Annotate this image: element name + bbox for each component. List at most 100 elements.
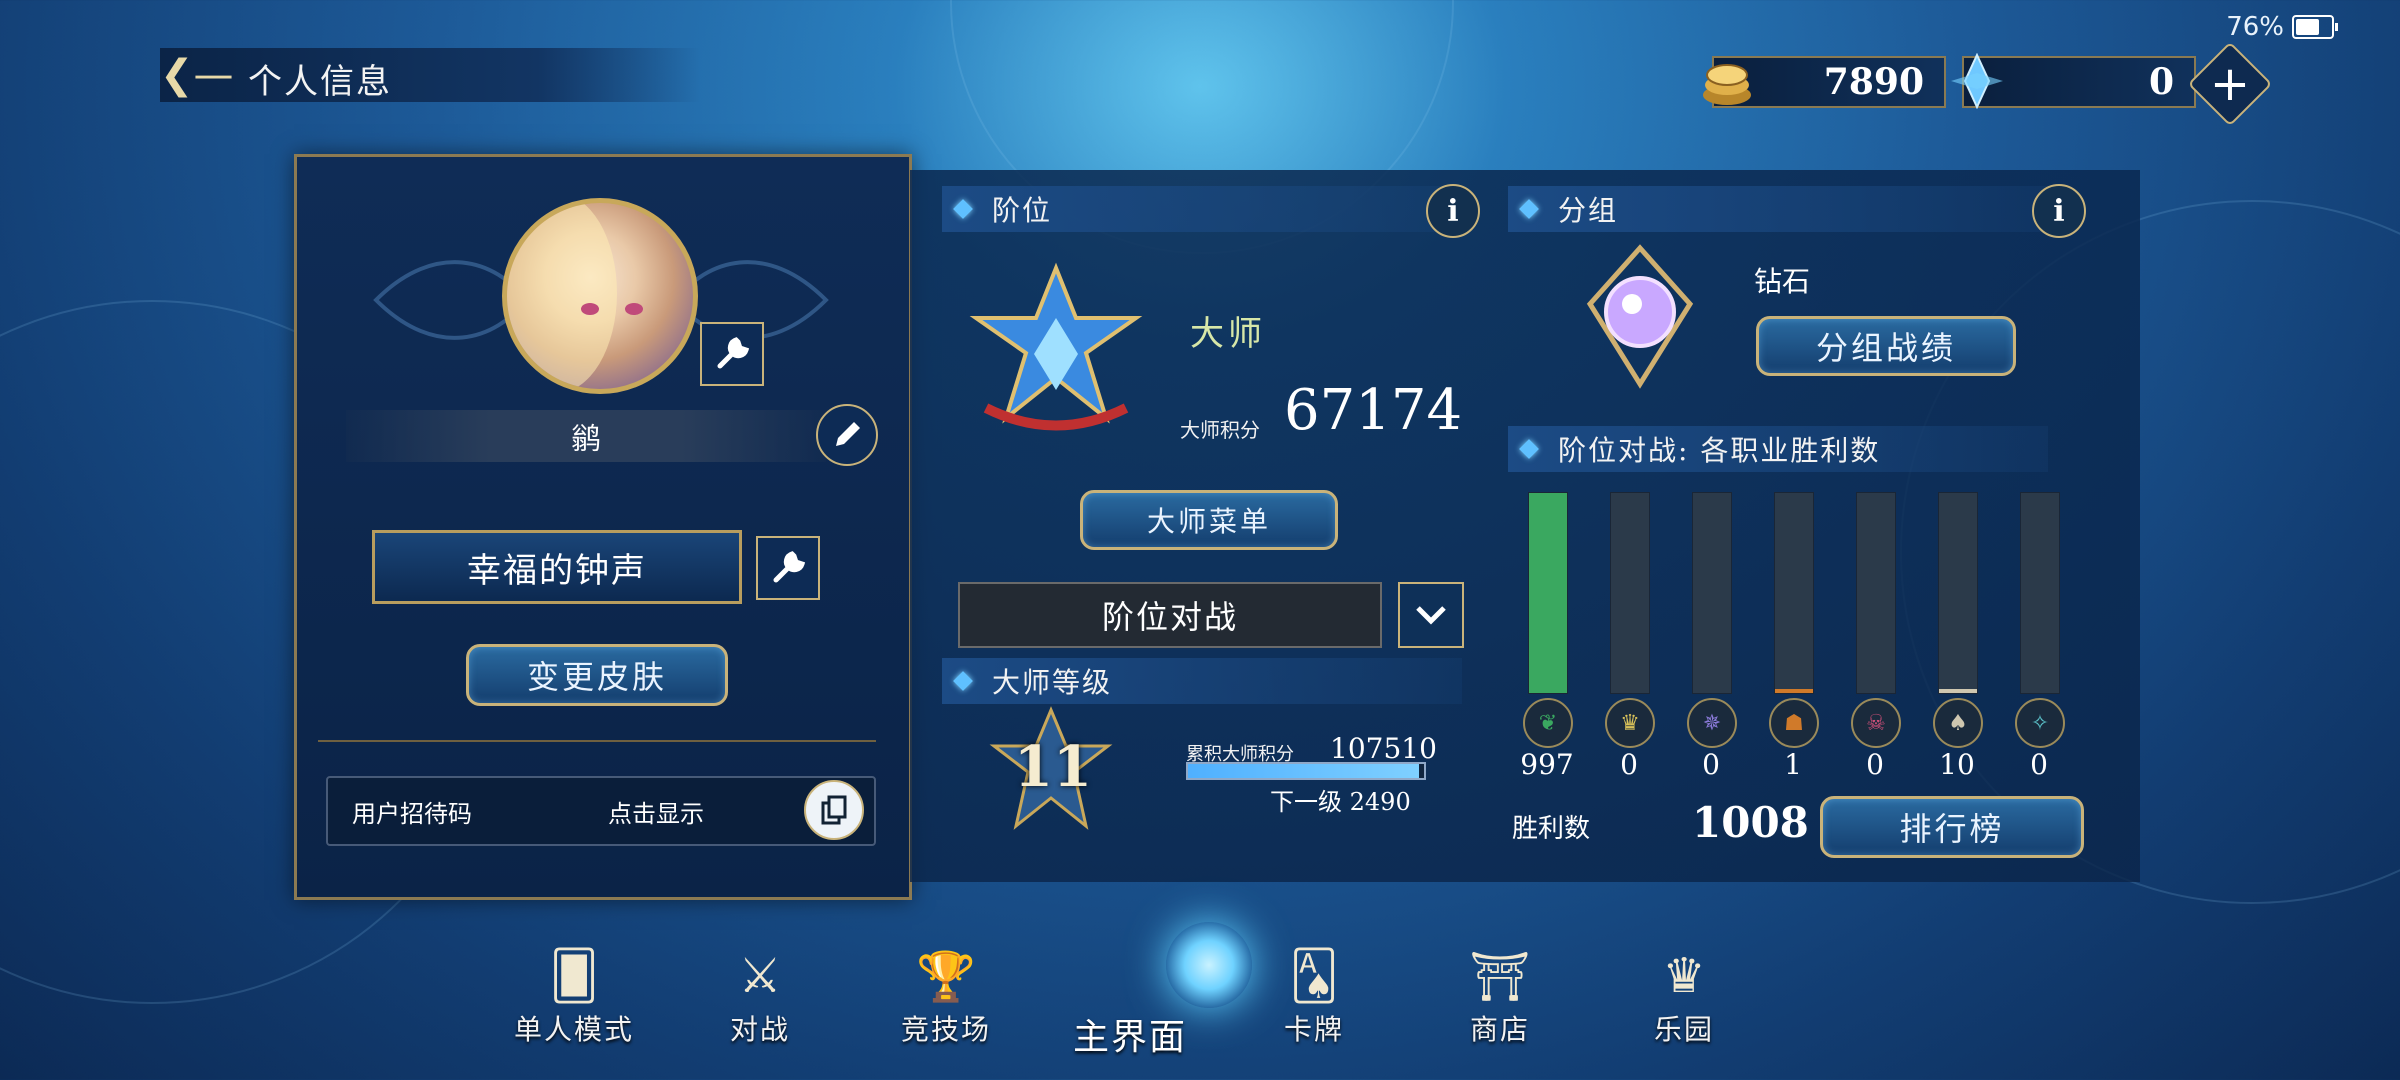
park-icon: ♛ xyxy=(1662,948,1706,1004)
nav-item[interactable]: ⚔ 对战 xyxy=(690,948,830,1048)
leaderboard-button[interactable]: 排行榜 xyxy=(1820,796,2084,858)
nav-item-label: 对战 xyxy=(729,1013,790,1046)
nav-item-label: 卡牌 xyxy=(1283,1013,1344,1046)
class-wins-header: 阶位对战: 各职业胜利数 xyxy=(1508,426,2048,472)
haven-icon: ✧ xyxy=(2015,698,2065,748)
class-win-count: 0 xyxy=(1620,748,1638,781)
nav-item-label: 商店 xyxy=(1469,1013,1530,1046)
status-bar: 76% xyxy=(2226,12,2338,42)
invite-code-box[interactable]: 用户招待码 点击显示 xyxy=(326,776,876,846)
shop-icon: ⛩ xyxy=(1469,948,1531,1005)
nav-item-label: 乐园 xyxy=(1653,1013,1714,1046)
nav-item[interactable]: 🂠 单人模式 xyxy=(504,948,644,1048)
class-win-bar xyxy=(1938,492,1978,694)
diamond-bullet-icon xyxy=(953,199,973,219)
master-level-number: 11 xyxy=(1014,734,1092,800)
nav-item-label: 单人模式 xyxy=(513,1013,634,1046)
class-win-count: 0 xyxy=(1702,748,1720,781)
gold-counter: 7890 xyxy=(1703,56,1946,108)
level-progress-bar xyxy=(1186,762,1426,780)
master-level-header: 大师等级 xyxy=(942,658,1462,704)
dragon-icon: ☗ xyxy=(1769,698,1819,748)
divider xyxy=(318,740,876,742)
diamond-bullet-icon xyxy=(1519,199,1539,219)
crown-icon: ♛ xyxy=(1605,698,1655,748)
master-points: 67174 xyxy=(1284,378,1463,443)
edit-title-button[interactable] xyxy=(756,536,820,600)
edit-avatar-button[interactable] xyxy=(700,322,764,386)
rank-header-label: 阶位 xyxy=(992,194,1053,227)
class-win-count: 0 xyxy=(1866,748,1884,781)
plus-icon: + xyxy=(2209,56,2251,112)
nav-item[interactable]: 🏆 竞技场 xyxy=(876,948,1016,1048)
crystal-counter: 0 xyxy=(1951,53,2196,109)
solo-cards-icon: 🂠 xyxy=(549,948,599,1004)
trophy-icon: 🏆 xyxy=(916,948,976,1005)
invite-code-value[interactable]: 点击显示 xyxy=(608,794,704,829)
class-wins-header-label: 阶位对战: 各职业胜利数 xyxy=(1558,434,1881,467)
info-icon: i xyxy=(2053,193,2065,229)
wins-label: 胜利数 xyxy=(1512,814,1591,844)
rank-info-button[interactable]: i xyxy=(1426,184,1480,238)
cumulative-points: 107510 xyxy=(1330,732,1437,765)
add-crystal-button[interactable]: + xyxy=(2187,41,2273,127)
cards-icon: 🂡 xyxy=(1289,948,1339,1004)
pencil-icon xyxy=(836,422,860,446)
class-win-count: 0 xyxy=(2030,748,2048,781)
nav-item[interactable]: 🂡 卡牌 xyxy=(1244,948,1384,1048)
chevron-down-icon xyxy=(1416,606,1446,625)
info-icon: i xyxy=(1447,193,1459,229)
class-win-bar xyxy=(1856,492,1896,694)
next-level: 下一级 2490 xyxy=(1270,782,1411,817)
diamond-bullet-icon xyxy=(953,671,973,691)
group-tier: 钻石 xyxy=(1754,265,1811,298)
wins-total: 1008 xyxy=(1692,798,1809,847)
wrench-icon xyxy=(773,551,806,583)
class-win-bar xyxy=(1528,492,1568,694)
rune-icon: ✵ xyxy=(1687,698,1737,748)
group-header: 分组 xyxy=(1508,186,2048,232)
class-win-bar xyxy=(1692,492,1732,694)
class-win-bar xyxy=(1610,492,1650,694)
gold-coins-icon xyxy=(1698,52,1756,110)
nav-item[interactable]: ♛ 乐园 xyxy=(1614,948,1754,1048)
crystal-icon xyxy=(1948,52,2006,110)
player-avatar[interactable] xyxy=(502,198,698,394)
battery-percent: 76% xyxy=(2226,12,2284,42)
player-name-text: 鹟 xyxy=(571,422,601,457)
bat-icon: ♠ xyxy=(1933,698,1983,748)
points-label: 大师积分 xyxy=(1180,418,1260,442)
page-title: 个人信息 xyxy=(248,62,392,102)
copy-button[interactable] xyxy=(804,780,864,840)
mode-select[interactable]: 阶位对战 xyxy=(958,582,1382,648)
diamond-tier-emblem-icon xyxy=(1586,244,1694,389)
class-win-bar xyxy=(1774,492,1814,694)
header-bar xyxy=(160,48,700,102)
nav-item[interactable]: 主界面 xyxy=(1060,948,1200,1060)
change-skin-button[interactable]: 变更皮肤 xyxy=(466,644,728,706)
class-win-count: 10 xyxy=(1939,748,1975,781)
mode-select-toggle[interactable] xyxy=(1398,582,1464,648)
leaf-icon: ❦ xyxy=(1523,698,1573,748)
next-level-label: 下一级 xyxy=(1270,788,1342,816)
skull-icon: ☠ xyxy=(1851,698,1901,748)
master-menu-button[interactable]: 大师菜单 xyxy=(1080,490,1338,550)
battery-icon xyxy=(2292,15,2338,39)
crossed-swords-icon: ⚔ xyxy=(738,948,782,1004)
player-name: 鹟 xyxy=(346,410,826,462)
nav-item[interactable]: ⛩ 商店 xyxy=(1430,948,1570,1048)
nav-item-label: 主界面 xyxy=(1072,1017,1187,1058)
group-info-button[interactable]: i xyxy=(2032,184,2086,238)
back-arrow-icon[interactable]: ❮— xyxy=(160,52,234,98)
class-win-bar xyxy=(2020,492,2060,694)
next-level-points: 2490 xyxy=(1349,788,1411,816)
diamond-bullet-icon xyxy=(1519,439,1539,459)
nav-item-label: 竞技场 xyxy=(900,1013,991,1046)
player-title: 幸福的钟声 xyxy=(372,530,742,604)
group-record-button[interactable]: 分组战绩 xyxy=(1756,316,2016,376)
edit-name-button[interactable] xyxy=(816,404,878,466)
home-hub-icon xyxy=(1090,948,1170,1004)
invite-code-label: 用户招待码 xyxy=(352,799,472,828)
copy-icon xyxy=(821,795,847,825)
gold-amount: 7890 xyxy=(1823,61,1924,103)
